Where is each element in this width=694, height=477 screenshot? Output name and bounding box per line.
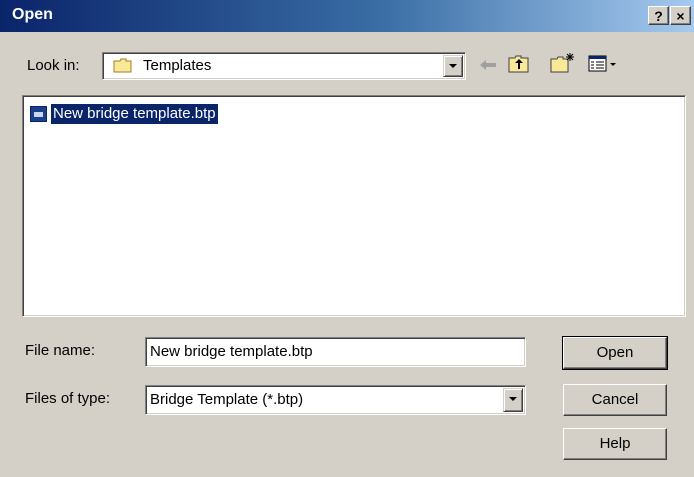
file-type-dropdown-button[interactable]	[503, 388, 523, 412]
look-in-dropdown-button[interactable]	[443, 55, 463, 77]
view-menu-icon[interactable]	[588, 55, 618, 73]
file-type-value: Bridge Template (*.btp)	[150, 391, 304, 408]
look-in-value: Templates	[143, 57, 212, 74]
window-title: Open	[12, 6, 53, 23]
back-arrow-icon[interactable]	[478, 56, 498, 74]
file-type-dropdown[interactable]: Bridge Template (*.btp)	[145, 385, 526, 415]
help-button[interactable]: ?	[648, 6, 669, 25]
look-in-label: Look in:	[27, 57, 80, 74]
file-name-label: File name:	[25, 342, 96, 359]
file-type-label: Files of type:	[25, 390, 111, 407]
file-list[interactable]	[22, 95, 686, 317]
title-bar[interactable]: Open ? ×	[0, 0, 694, 32]
close-button[interactable]: ×	[670, 6, 691, 25]
up-one-level-icon[interactable]	[508, 54, 530, 74]
look-in-dropdown[interactable]: Templates	[102, 52, 466, 80]
cancel-button[interactable]: Cancel	[563, 384, 667, 416]
bridge-template-file-icon	[30, 106, 47, 122]
new-folder-icon[interactable]	[550, 52, 576, 74]
file-item-label: New bridge template.btp	[50, 103, 219, 125]
file-name-field[interactable]: New bridge template.btp	[145, 337, 526, 367]
folder-icon	[113, 58, 132, 73]
help-dialog-button[interactable]: Help	[563, 428, 667, 460]
file-name-value: New bridge template.btp	[150, 343, 313, 360]
open-button[interactable]: Open	[562, 336, 668, 370]
